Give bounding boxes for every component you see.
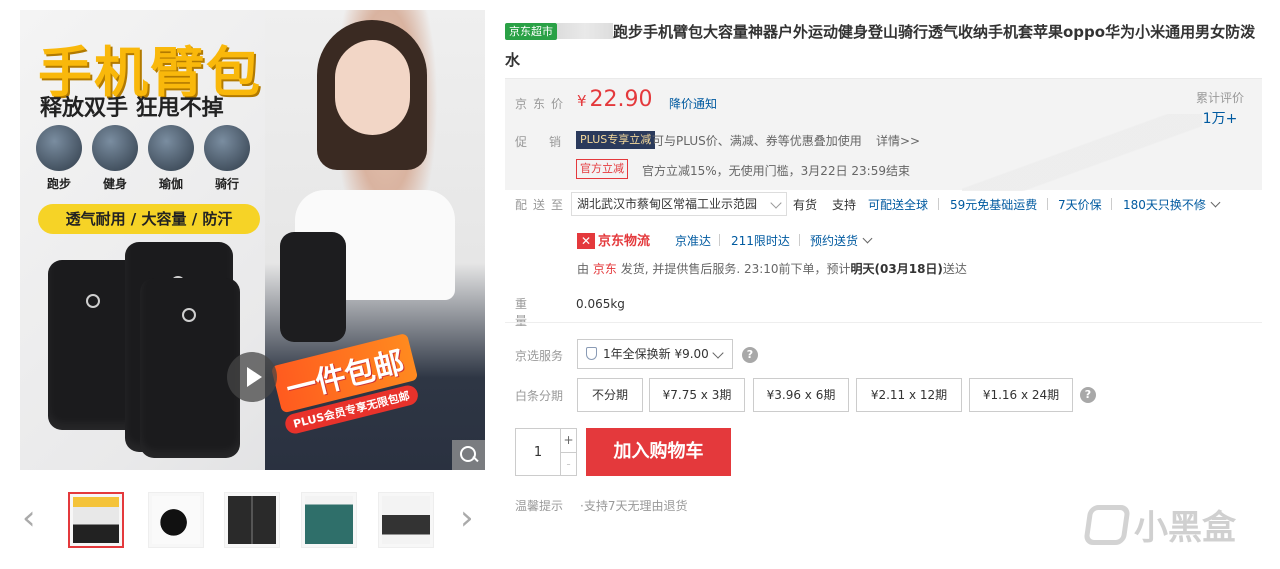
installment-12[interactable]: ¥2.11 x 12期 bbox=[856, 378, 962, 412]
video-play-button[interactable] bbox=[227, 352, 277, 402]
shipping-info: 由 京东 发货, 并提供售后服务. 23:10前下单，预计明天(03月18日)送… bbox=[577, 262, 967, 276]
address-selector[interactable]: 湖北武汉市蔡甸区常福工业示范园 bbox=[571, 192, 787, 216]
quantity-input[interactable] bbox=[516, 429, 560, 475]
support-label: 支持 bbox=[832, 198, 857, 212]
add-to-cart-button[interactable]: 加入购物车 bbox=[586, 428, 731, 476]
stock-status: 有货 bbox=[793, 198, 818, 212]
divider bbox=[505, 322, 1262, 323]
jd-logistics-icon: ✕ bbox=[577, 233, 595, 249]
thumbnail-2[interactable] bbox=[148, 492, 204, 548]
quantity-stepper: + - bbox=[515, 428, 577, 476]
service-label: 京选服务 bbox=[515, 349, 564, 363]
price-label: 京东价 bbox=[515, 97, 570, 111]
option-replace-only[interactable]: 180天只换不修 bbox=[1123, 196, 1221, 213]
tips-text: ·支持7天无理由退货 bbox=[580, 499, 688, 513]
installment-6[interactable]: ¥3.96 x 6期 bbox=[753, 378, 849, 412]
installment-label: 白条分期 bbox=[515, 389, 564, 403]
armbag-front bbox=[140, 278, 240, 458]
zoom-icon[interactable] bbox=[452, 440, 485, 470]
official-discount-tag: 官方立减 bbox=[576, 159, 628, 179]
weight-value: 0.065kg bbox=[576, 297, 625, 311]
prev-thumb-arrow-icon[interactable]: ‹ bbox=[22, 500, 36, 536]
quantity-plus-button[interactable]: + bbox=[560, 429, 576, 452]
installment-none[interactable]: 不分期 bbox=[577, 378, 643, 412]
installment-help-icon[interactable]: ? bbox=[1080, 387, 1096, 403]
official-discount-text: 官方立减15%，无使用门槛，3月22日 23:59结束 bbox=[642, 164, 910, 178]
price-drop-notify-link[interactable]: 降价通知 bbox=[669, 95, 717, 112]
fitness-icon bbox=[92, 125, 138, 171]
thumbnail-strip: ‹ › bbox=[20, 488, 485, 554]
heybox-logo-icon bbox=[1083, 505, 1131, 545]
option-price-protect[interactable]: 7天价保 bbox=[1058, 196, 1102, 213]
next-thumb-arrow-icon[interactable]: › bbox=[460, 500, 474, 536]
sport-icons: 跑步 健身 瑜伽 骑行 bbox=[36, 125, 250, 192]
plus-discount-text: 可与PLUS价、满减、券等优惠叠加使用 bbox=[652, 134, 862, 148]
service-scheduled[interactable]: 预约送货 bbox=[810, 232, 873, 249]
price-panel: 京东价 ¥22.90 降价通知 累计评价 1万+ 促销 PLUS专享立减 可与P… bbox=[505, 78, 1262, 191]
running-icon bbox=[36, 125, 82, 171]
weight-label: 重量 bbox=[515, 297, 550, 328]
thumbnail-4[interactable] bbox=[301, 492, 357, 548]
installment-3[interactable]: ¥7.75 x 3期 bbox=[649, 378, 745, 412]
sport-yoga: 瑜伽 bbox=[148, 125, 194, 192]
blurred-brand bbox=[557, 23, 613, 39]
product-title-block: 京东超市 跑步手机臂包大容量神器户外运动健身登山骑行透气收纳手机套苹果oppo华为… bbox=[505, 18, 1265, 74]
product-title-text: 跑步手机臂包大容量神器户外运动健身登山骑行透气收纳手机套苹果oppo华为小米通用… bbox=[505, 23, 1256, 69]
chevron-down-icon bbox=[770, 197, 782, 209]
option-global-delivery[interactable]: 可配送全球 bbox=[868, 196, 928, 213]
review-count[interactable]: 累计评价 1万+ bbox=[1196, 89, 1244, 128]
cycling-icon bbox=[204, 125, 250, 171]
thumbnail-1[interactable] bbox=[68, 492, 124, 548]
price-value: ¥22.90 bbox=[577, 87, 653, 112]
promotion-label: 促销 bbox=[515, 135, 584, 149]
shield-icon bbox=[586, 347, 597, 360]
promotion-details-link[interactable]: 详情>> bbox=[876, 132, 920, 149]
installment-24[interactable]: ¥1.16 x 24期 bbox=[969, 378, 1073, 412]
hero-subtitle: 释放双手 狂甩不掉 bbox=[40, 96, 224, 121]
option-free-shipping[interactable]: 59元免基础运费 bbox=[950, 196, 1037, 213]
chevron-down-icon bbox=[862, 233, 873, 244]
sport-cycling: 骑行 bbox=[204, 125, 250, 192]
tips-label: 温馨提示 bbox=[515, 499, 564, 513]
thumbnail-3[interactable] bbox=[224, 492, 280, 548]
yoga-icon bbox=[148, 125, 194, 171]
supermarket-tag[interactable]: 京东超市 bbox=[505, 23, 557, 40]
plus-discount-tag: PLUS专享立减 bbox=[576, 131, 656, 149]
quantity-minus-button[interactable]: - bbox=[560, 452, 576, 475]
delivery-label: 配送至 bbox=[515, 198, 570, 212]
service-help-icon[interactable]: ? bbox=[742, 347, 758, 363]
jd-logistics-badge: ✕ 京东物流 bbox=[577, 230, 650, 249]
service-211[interactable]: 211限时达 bbox=[731, 232, 790, 249]
chevron-down-icon bbox=[1210, 197, 1221, 208]
service-jingzhunda[interactable]: 京准达 bbox=[675, 232, 711, 249]
watermark-logo: 小黑盒 bbox=[1083, 505, 1256, 551]
product-title: 京东超市 跑步手机臂包大容量神器户外运动健身登山骑行透气收纳手机套苹果oppo华为… bbox=[505, 18, 1265, 74]
sport-fitness: 健身 bbox=[92, 125, 138, 192]
service-selector[interactable]: 1年全保换新 ¥9.00 bbox=[577, 339, 733, 369]
thumbnail-5[interactable] bbox=[378, 492, 434, 548]
feature-band: 透气耐用 / 大容量 / 防汗 bbox=[38, 204, 260, 234]
sport-running: 跑步 bbox=[36, 125, 82, 192]
product-main-image[interactable]: 手机臂包 释放双手 狂甩不掉 跑步 健身 瑜伽 骑行 透气耐用 / 大容量 / … bbox=[20, 10, 485, 470]
chevron-down-icon bbox=[712, 347, 724, 359]
